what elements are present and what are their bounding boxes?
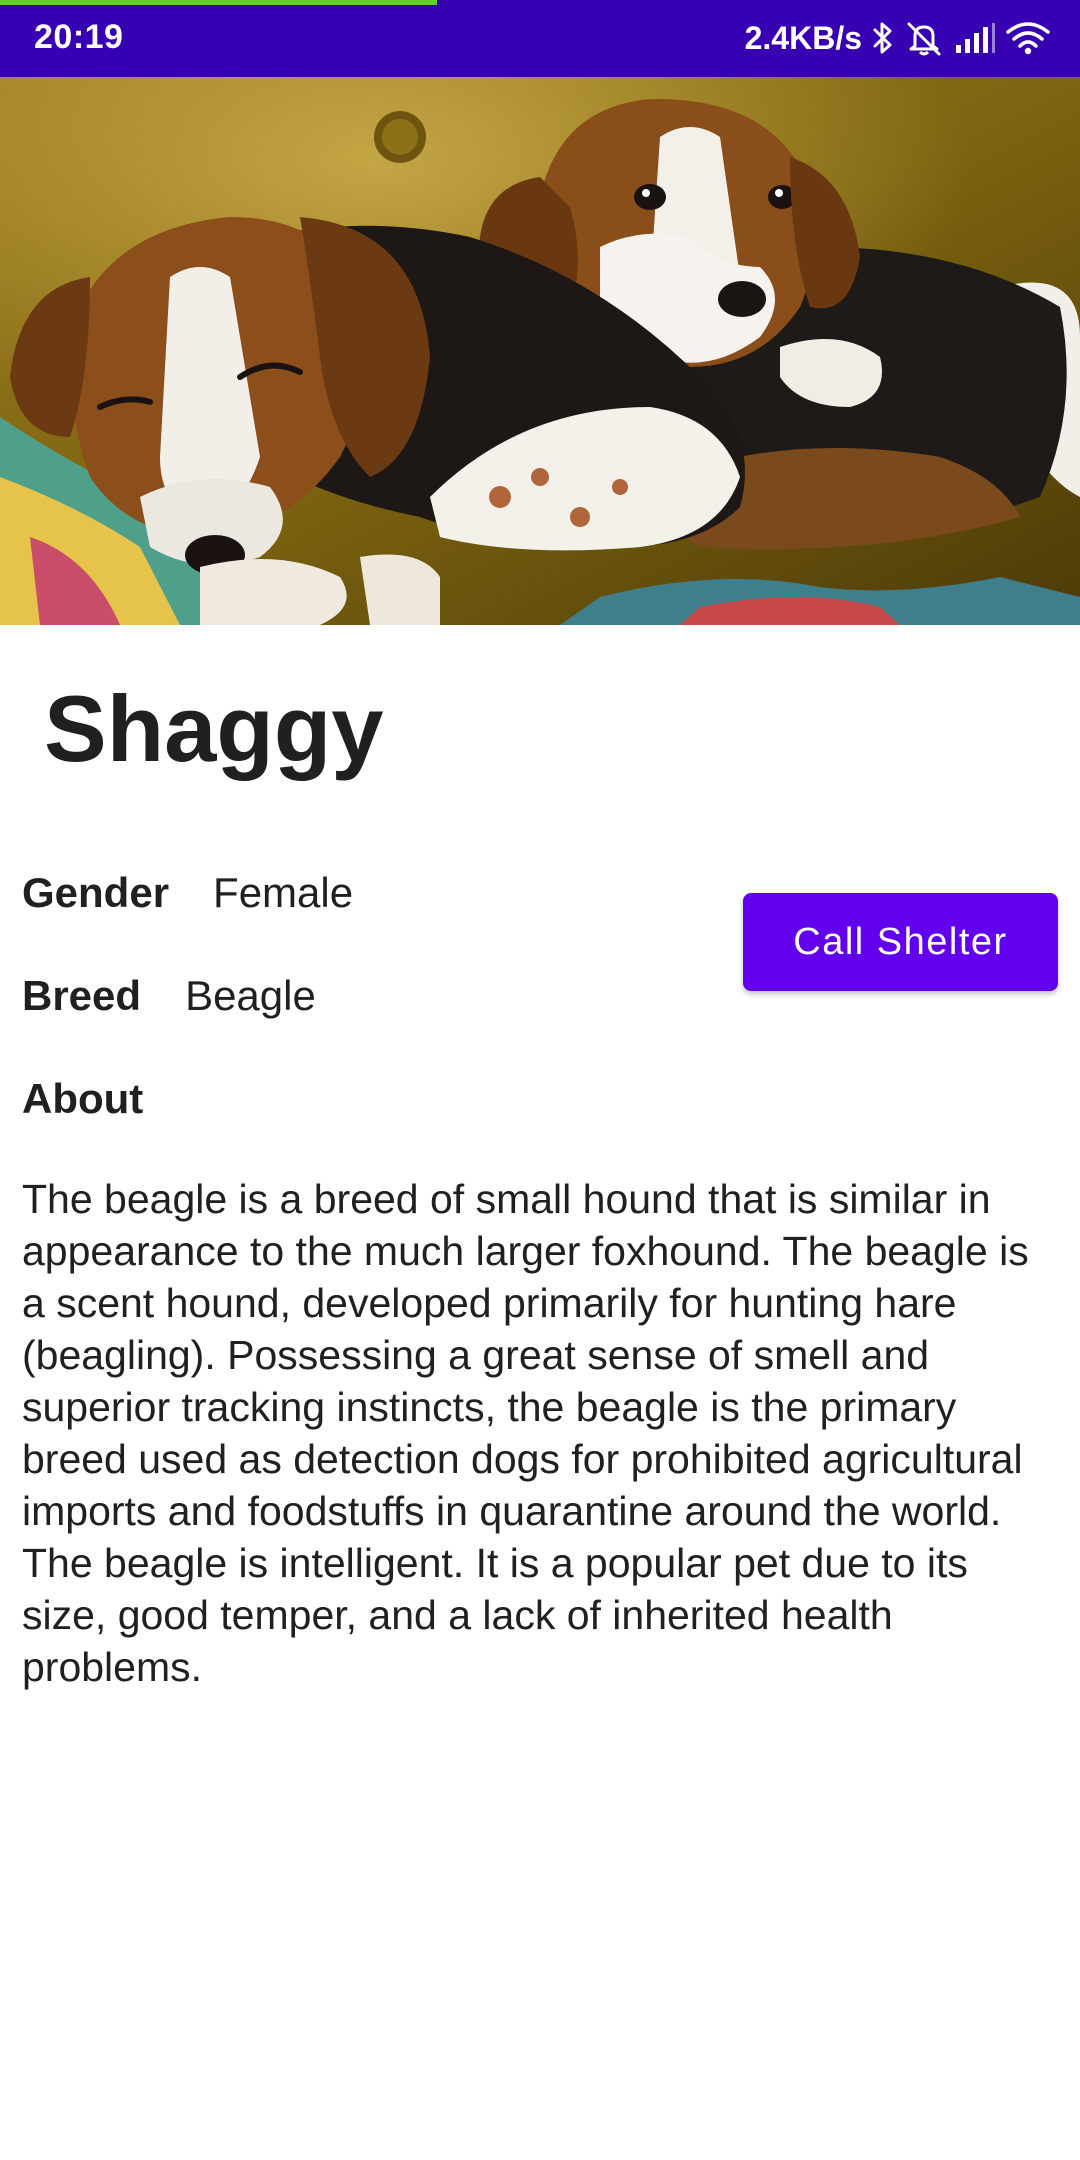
wifi-icon: [1006, 21, 1050, 55]
gender-label: Gender: [22, 869, 170, 916]
about-description: The beagle is a breed of small hound tha…: [22, 1176, 1029, 1690]
page-load-progress-bar: [0, 0, 438, 5]
alarm-off-icon: [904, 19, 944, 57]
status-bar: 20:19 2.4KB/s: [0, 0, 1080, 77]
gender-row: Gender Female: [22, 872, 353, 914]
bluetooth-icon: [872, 21, 894, 55]
status-time: 20:19: [34, 18, 124, 56]
network-speed: 2.4KB/s: [744, 19, 862, 56]
call-shelter-button[interactable]: Call Shelter: [743, 893, 1058, 991]
breed-label: Breed: [22, 972, 142, 1019]
pet-detail-screen: 20:19 2.4KB/s Shaggy Gender Female Breed…: [0, 0, 1080, 2160]
breed-value: Beagle: [185, 972, 316, 1019]
status-icons: 2.4KB/s: [745, 16, 1050, 60]
signal-icon: [954, 21, 996, 55]
breed-row: Breed Beagle: [22, 975, 316, 1017]
gender-value: Female: [213, 869, 354, 916]
pet-photo: [0, 77, 1080, 625]
pet-name-title: Shaggy: [44, 676, 384, 781]
about-label: About: [22, 1075, 144, 1122]
